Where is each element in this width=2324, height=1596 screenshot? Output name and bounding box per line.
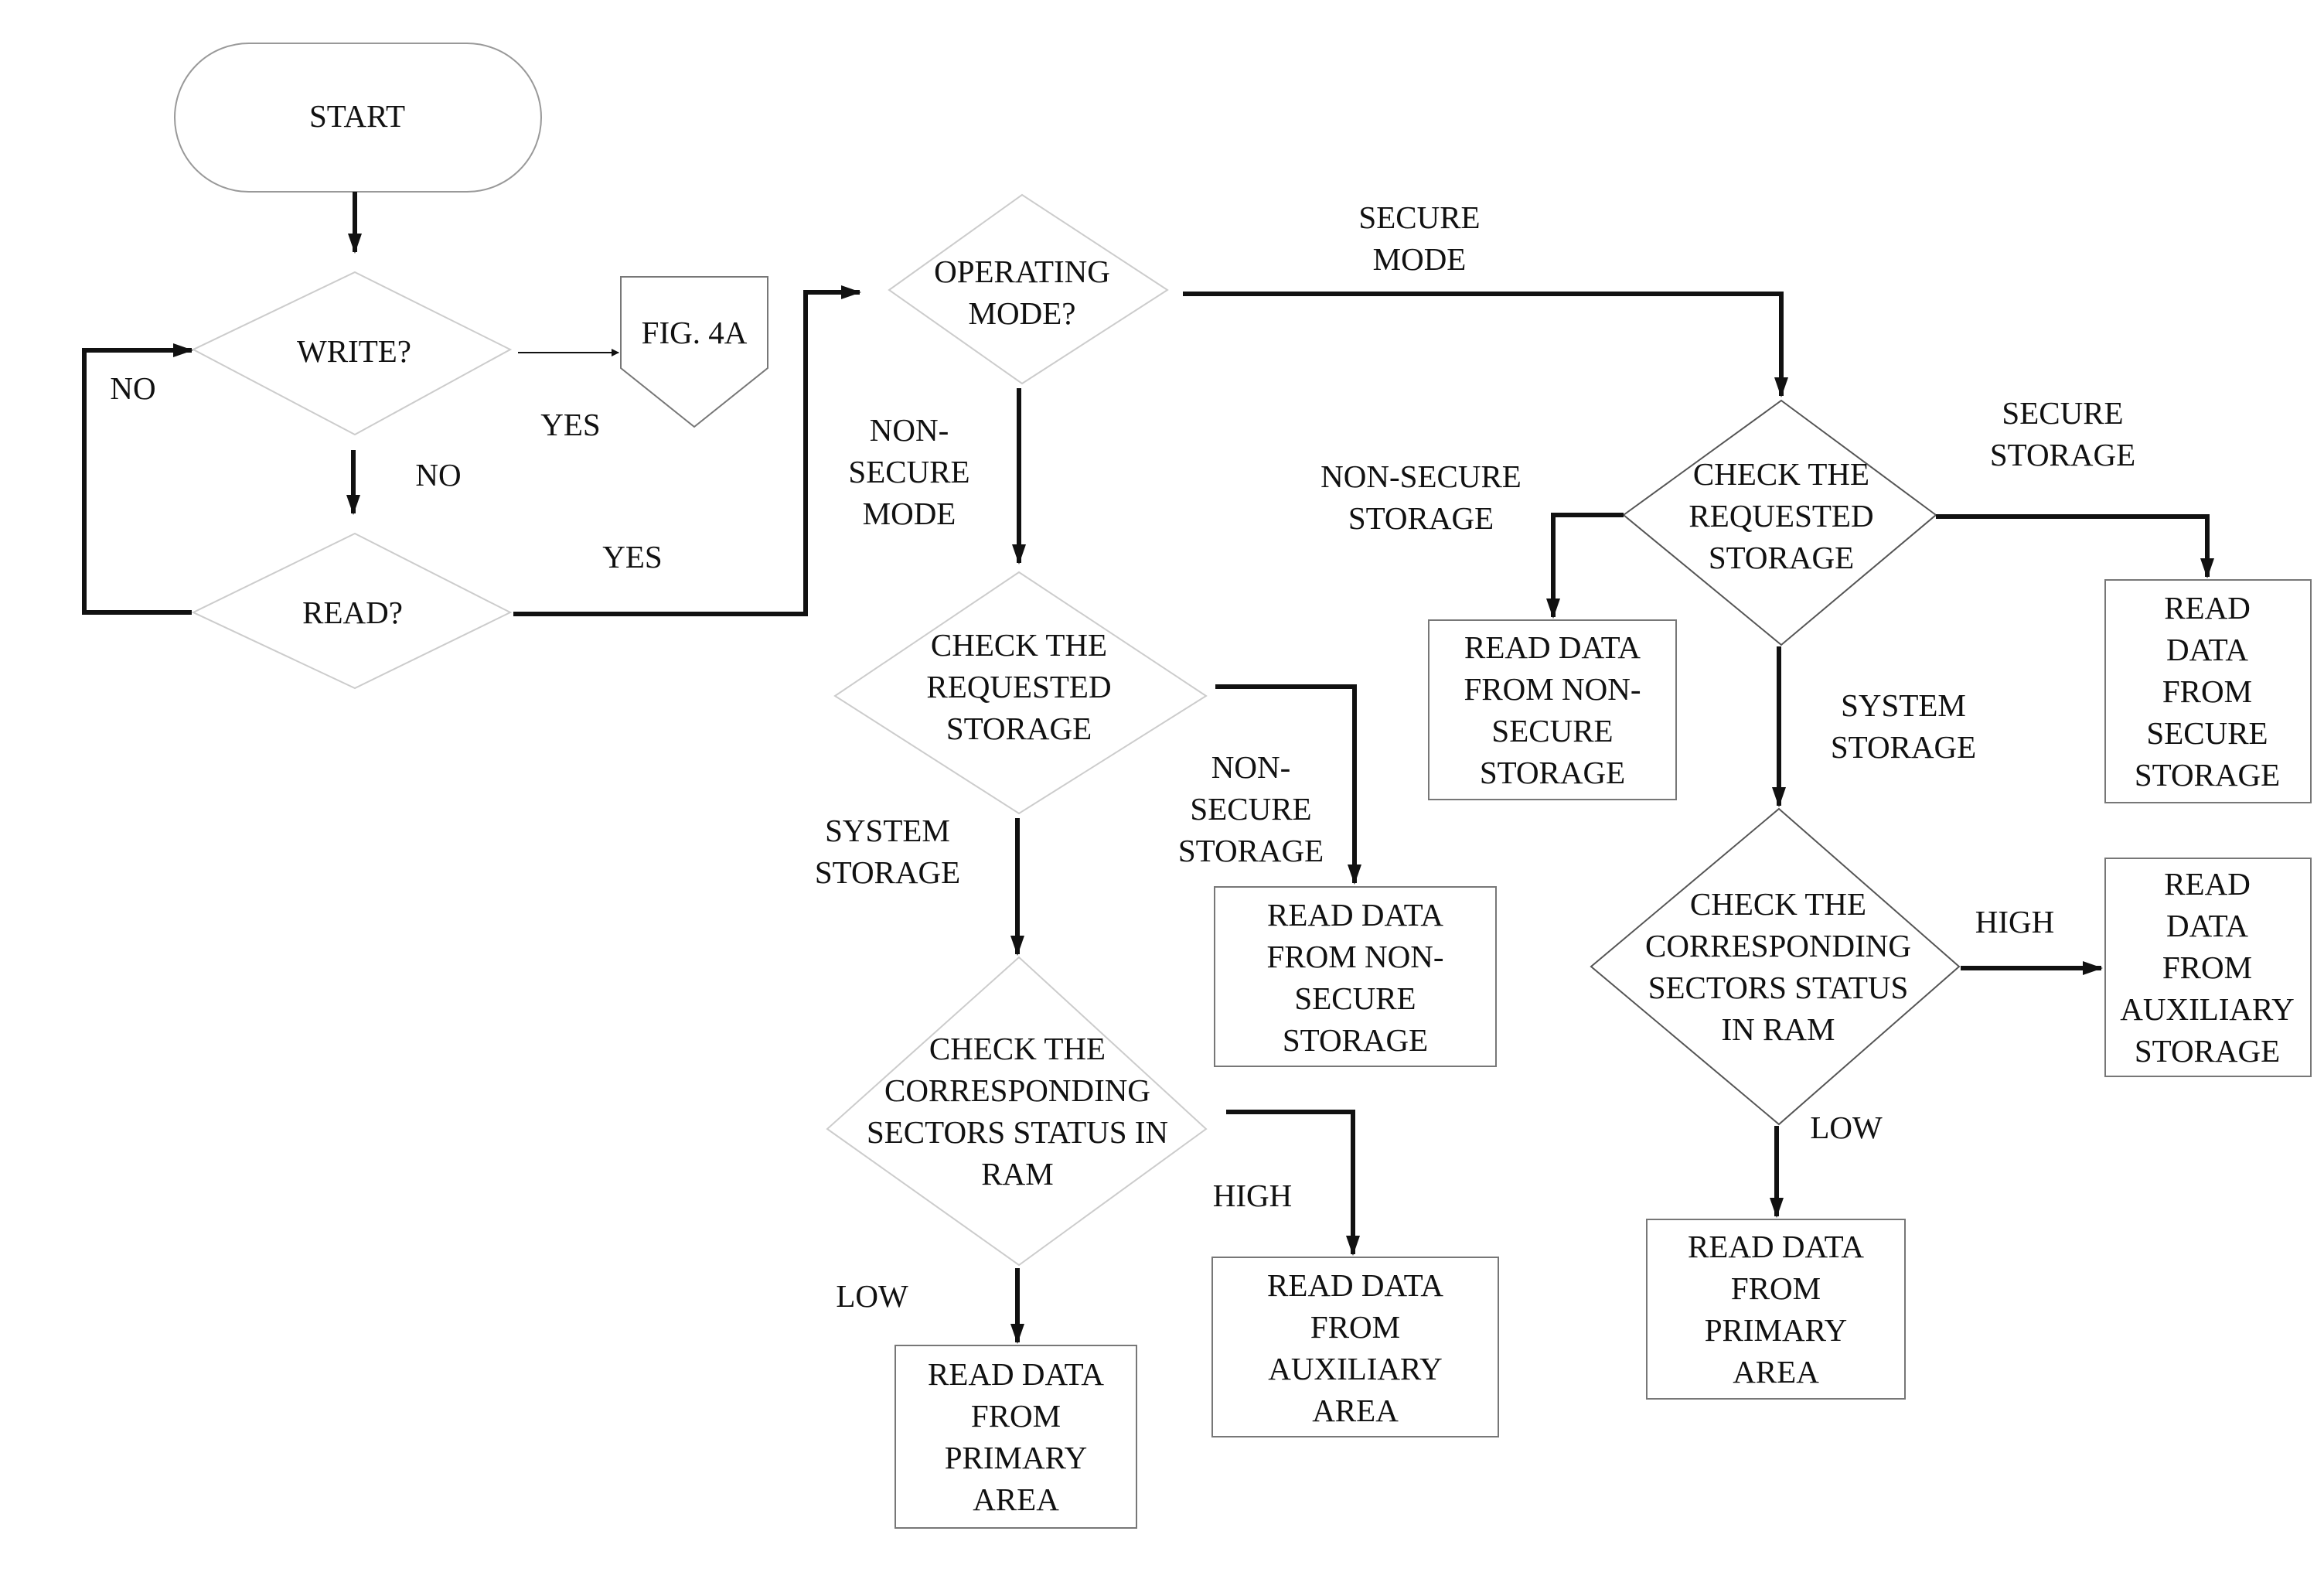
fig4a-label: FIG. 4A [641, 315, 748, 350]
s-system-storage-label: SYSTEM STORAGE [1830, 687, 1977, 765]
arrow-s-non-secure-storage [1546, 513, 1624, 619]
s-secure-storage-label: SECURE STORAGE [1989, 395, 2136, 472]
read-decision-label: READ? [302, 595, 403, 630]
s-read-nonsecure-label: READ DATA FROM NON- SECURE STORAGE [1464, 629, 1641, 790]
ns-read-aux-label: READ DATA FROM AUXILIARY AREA [1267, 1267, 1443, 1428]
operating-mode-label: OPERATING MODE? [934, 254, 1110, 331]
write-yes-label: YES [540, 407, 601, 442]
read-yes-label: YES [602, 539, 663, 575]
start-label: START [308, 98, 406, 134]
ns-check-ram-label: CHECK THE CORRESPONDING SECTORS STATUS I… [866, 1031, 1169, 1192]
write-decision-label: WRITE? [297, 333, 411, 369]
secure-mode-label: SECURE MODE [1358, 200, 1481, 277]
s-non-secure-storage-label: NON-SECURE STORAGE [1320, 459, 1522, 536]
s-read-primary-label: READ DATA FROM PRIMARY AREA [1688, 1229, 1864, 1390]
ns-read-nonsecure-label: READ DATA FROM NON- SECURE STORAGE [1266, 897, 1444, 1058]
ns-low-label: LOW [836, 1278, 908, 1314]
s-read-secure-label: READ DATA FROM SECURE STORAGE [2134, 590, 2281, 793]
read-no-label: NO [415, 457, 462, 493]
write-no-label: NO [110, 370, 156, 406]
s-low-label: LOW [1810, 1110, 1883, 1145]
s-check-ram-label: CHECK THE CORRESPONDING SECTORS STATUS I… [1645, 886, 1911, 1047]
arrow-s-secure-storage [1936, 514, 2214, 578]
ns-non-secure-storage-label: NON- SECURE STORAGE [1177, 749, 1324, 868]
non-secure-mode-label: NON- SECURE MODE [848, 412, 970, 531]
arrow-secure-mode [1183, 292, 1788, 397]
ns-system-storage-label: SYSTEM STORAGE [814, 813, 961, 890]
ns-high-label: HIGH [1212, 1178, 1293, 1213]
s-read-aux-label: READ DATA FROM AUXILIARY STORAGE [2120, 866, 2295, 1069]
flowchart-canvas [82, 43, 2312, 1529]
s-check-storage-label: CHECK THE REQUESTED STORAGE [1688, 456, 1874, 575]
ns-read-primary-label: READ DATA FROM PRIMARY AREA [928, 1356, 1104, 1517]
s-high-label: HIGH [1975, 904, 2055, 940]
ns-check-storage-label: CHECK THE REQUESTED STORAGE [926, 627, 1112, 746]
